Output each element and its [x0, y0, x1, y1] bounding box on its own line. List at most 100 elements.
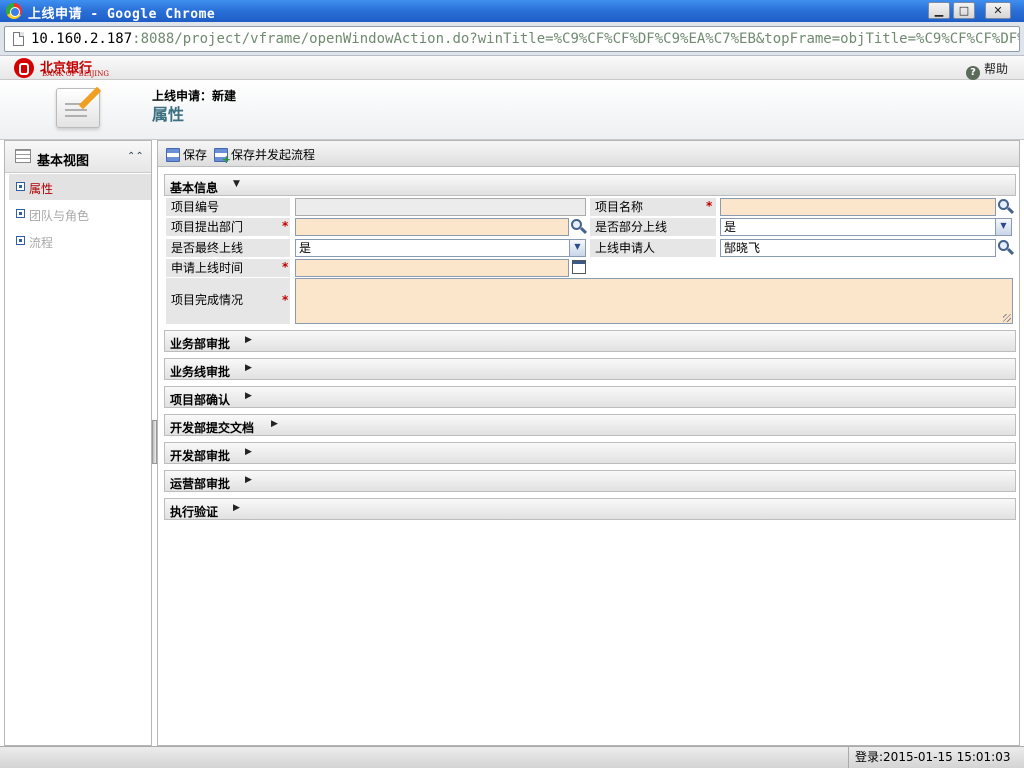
applicant-field[interactable]: 郜晓飞: [720, 239, 996, 257]
label-final-launch: 是否最终上线: [166, 239, 290, 257]
section-title: 运营部审批: [170, 477, 231, 491]
page-icon: [13, 32, 24, 46]
chevron-down-icon: ▼: [995, 219, 1011, 235]
minimize-button[interactable]: ▁: [928, 2, 950, 19]
note-line: [65, 115, 87, 117]
edit-note-icon: [56, 86, 102, 128]
final-launch-select[interactable]: 是 ▼: [295, 239, 586, 257]
sidebar-item-properties[interactable]: 属性: [9, 174, 151, 200]
sidebar-item-process[interactable]: 流程: [9, 228, 151, 254]
search-handle: [1006, 247, 1015, 256]
help-link[interactable]: ? 帮助: [966, 60, 1008, 80]
save-flow-icon: [214, 148, 231, 166]
expand-right-icon: ▶: [245, 335, 252, 345]
bullet-icon: [16, 182, 25, 191]
sidebar-item-team-roles[interactable]: 团队与角色: [9, 201, 151, 227]
resize-grip-icon[interactable]: [1003, 314, 1011, 322]
project-no-field: [295, 198, 586, 216]
section-dev-dept-approval[interactable]: 开发部审批 ▶: [164, 442, 1016, 464]
label-completion: 项目完成情况: [166, 278, 290, 324]
expand-right-icon: ▶: [245, 363, 252, 373]
bullet-icon: [16, 209, 25, 218]
section-title: 执行验证: [170, 505, 219, 519]
grid-view-icon: [15, 149, 31, 163]
partial-launch-select[interactable]: 是 ▼: [720, 218, 1012, 236]
url-input[interactable]: 10.160.2.187:8088/project/vframe/openWin…: [4, 26, 1020, 52]
expand-right-icon: ▶: [271, 419, 278, 429]
dept-field[interactable]: [295, 218, 569, 236]
required-mark: *: [282, 219, 289, 233]
section-project-dept-confirm[interactable]: 项目部确认 ▶: [164, 386, 1016, 408]
label-applicant: 上线申请人: [590, 239, 716, 257]
partial-launch-value: 是: [724, 220, 737, 234]
pencil-icon: [78, 86, 102, 110]
label-dept: 项目提出部门: [166, 218, 290, 236]
save-and-start-flow-button[interactable]: 保存并发起流程: [214, 146, 316, 166]
address-bar: 10.160.2.187:8088/project/vframe/openWin…: [0, 22, 1024, 56]
project-name-field[interactable]: [720, 198, 996, 216]
section-title: 项目部确认: [170, 393, 231, 407]
section-title: 开发部提交文档: [170, 421, 255, 435]
main-panel: 保存 保存并发起流程 基本信息 ▼ 项目编号 项目名称 * 项目提出部门 * 是…: [157, 140, 1020, 746]
section-basic-info[interactable]: 基本信息 ▼: [164, 174, 1016, 196]
section-business-dept-approval[interactable]: 业务部审批 ▶: [164, 330, 1016, 352]
label-partial-launch: 是否部分上线: [590, 218, 716, 236]
label-project-no: 项目编号: [166, 198, 290, 216]
search-icon[interactable]: [571, 219, 588, 235]
note-line: [65, 109, 87, 111]
collapse-up-icon[interactable]: ⌃⌃: [127, 151, 144, 162]
bank-logo-en: BANK OF BEIJING: [42, 70, 109, 78]
help-label: 帮助: [984, 62, 1009, 76]
window-title: 上线申请 - Google Chrome: [28, 7, 216, 22]
section-dev-submit-docs[interactable]: 开发部提交文档 ▶: [164, 414, 1016, 436]
save-start-label: 保存并发起流程: [231, 148, 316, 162]
chrome-icon: [6, 3, 22, 19]
search-icon[interactable]: [998, 199, 1015, 215]
search-handle: [579, 226, 588, 235]
toolbar: 保存 保存并发起流程: [158, 141, 1019, 167]
url-text: 10.160.2.187:8088/project/vframe/openWin…: [31, 31, 1019, 47]
section-title: 基本信息: [170, 181, 219, 195]
url-host: 10.160.2.187: [31, 31, 133, 47]
required-mark: *: [282, 293, 289, 307]
window-titlebar: 上线申请 - Google Chrome ▁ □ ✕: [0, 0, 1024, 22]
bullet-icon: [16, 236, 25, 245]
save-label: 保存: [183, 148, 208, 162]
bank-logo-mark-icon: [14, 58, 34, 78]
search-handle: [1006, 206, 1015, 215]
maximize-button[interactable]: □: [953, 2, 975, 19]
section-title: 业务线审批: [170, 365, 231, 379]
expand-right-icon: ▶: [233, 503, 240, 513]
required-mark: *: [706, 199, 713, 213]
page-title: 属性: [152, 105, 185, 124]
sidebar-item-label: 团队与角色: [29, 209, 90, 223]
label-apply-time: 申请上线时间: [166, 259, 290, 277]
sidebar-header: 基本视图 ⌃⌃: [5, 141, 151, 173]
sidebar-item-label: 流程: [29, 236, 54, 250]
section-execution-verify[interactable]: 执行验证 ▶: [164, 498, 1016, 520]
section-ops-dept-approval[interactable]: 运营部审批 ▶: [164, 470, 1016, 492]
section-title: 业务部审批: [170, 337, 231, 351]
expand-right-icon: ▶: [245, 475, 252, 485]
label-project-name: 项目名称: [590, 198, 716, 216]
sidebar-title: 基本视图: [37, 154, 90, 169]
save-button[interactable]: 保存: [166, 146, 207, 164]
completion-textarea[interactable]: [295, 278, 1013, 324]
chevron-down-icon: ▼: [569, 240, 585, 256]
close-button[interactable]: ✕: [985, 2, 1011, 19]
sidebar: 基本视图 ⌃⌃ 属性 团队与角色 流程: [4, 140, 152, 746]
expand-down-icon: ▼: [233, 179, 240, 189]
login-status: 登录:2015-01-15 15:01:03: [848, 747, 1014, 768]
search-icon[interactable]: [998, 240, 1015, 256]
expand-right-icon: ▶: [245, 391, 252, 401]
expand-right-icon: ▶: [245, 447, 252, 457]
calendar-icon[interactable]: [572, 260, 586, 274]
sidebar-item-label: 属性: [29, 182, 54, 196]
help-icon: ?: [966, 66, 980, 80]
status-bar: 登录:2015-01-15 15:01:03: [0, 746, 1024, 768]
section-business-line-approval[interactable]: 业务线审批 ▶: [164, 358, 1016, 380]
required-mark: *: [282, 260, 289, 274]
page-header: 上线申请：新建 属性: [0, 80, 1024, 140]
apply-time-field[interactable]: [295, 259, 569, 277]
app-header: 北京银行 BANK OF BEIJING ? 帮助: [0, 56, 1024, 80]
